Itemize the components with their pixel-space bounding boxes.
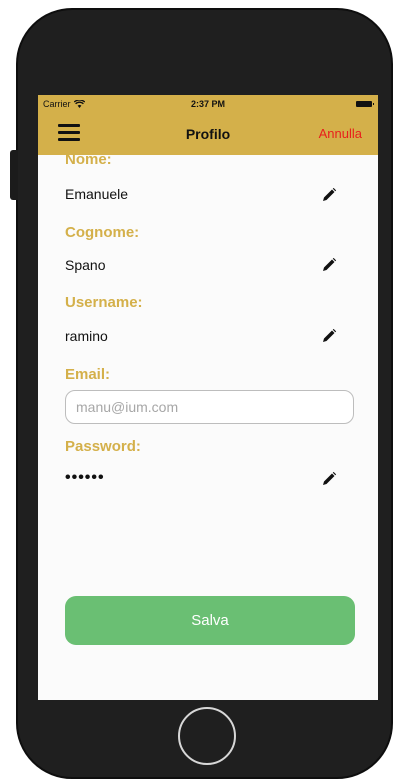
edit-name-pencil-icon[interactable] <box>321 187 337 203</box>
phone-side-button <box>10 150 18 200</box>
navigation-bar: Carrier 2:37 PM Profilo Annulla <box>38 95 378 155</box>
save-button[interactable]: Salva <box>65 596 355 645</box>
password-label: Password: <box>65 438 141 455</box>
email-input[interactable] <box>65 390 354 424</box>
status-time: 2:37 PM <box>190 99 225 109</box>
name-label: Nome: <box>65 151 112 168</box>
status-bar: Carrier 2:37 PM <box>38 95 378 115</box>
cancel-button[interactable]: Annulla <box>319 126 362 141</box>
username-label: Username: <box>65 294 143 311</box>
app-screen: Carrier 2:37 PM Profilo Annulla Nome: Em… <box>38 95 378 700</box>
surname-label: Cognome: <box>65 224 140 241</box>
edit-username-pencil-icon[interactable] <box>321 328 337 344</box>
name-value: Emanuele <box>65 186 129 202</box>
battery-icon <box>356 101 374 107</box>
username-value: ramino <box>65 328 108 344</box>
home-button[interactable] <box>178 707 236 765</box>
surname-value: Spano <box>65 257 106 273</box>
email-label: Email: <box>65 366 111 383</box>
edit-surname-pencil-icon[interactable] <box>321 257 337 273</box>
password-value: •••••• <box>65 469 105 486</box>
edit-password-pencil-icon[interactable] <box>321 471 337 487</box>
